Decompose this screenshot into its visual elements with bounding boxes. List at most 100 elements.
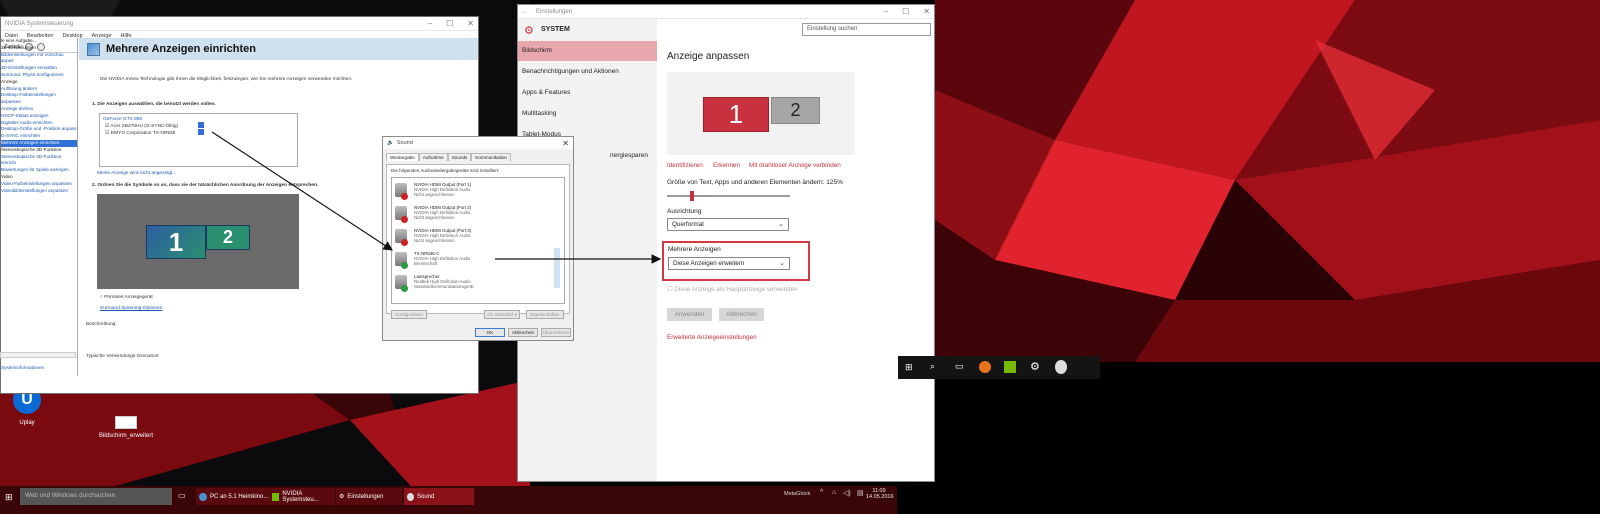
start-icon[interactable]: ⊞ (5, 492, 13, 503)
firefox-icon[interactable] (979, 361, 991, 373)
settings-section-title: SYSTEM (541, 26, 570, 33)
tree-item[interactable]: Video-Farbeinstellungen anpassen (1, 181, 77, 188)
multiple-displays-select[interactable]: Diese Anzeigen erweitern ⌄ (668, 257, 790, 270)
nvidia-icon[interactable] (1004, 361, 1016, 373)
display-item-1[interactable]: ☑ Acer XB270HU (G-SYNC-fähig) (105, 124, 178, 129)
set-default-button[interactable]: Als Standard ▾ (484, 310, 520, 319)
maximize-icon[interactable]: ☐ (902, 7, 909, 16)
display-2-tile[interactable]: 2 (206, 225, 250, 250)
sound-intro: Die folgenden Audiowiedergabegeräte sind… (391, 168, 500, 173)
configure-button[interactable]: Konfigurieren (391, 310, 427, 319)
tray-chevron-icon[interactable]: ^ (820, 489, 823, 496)
tree-item[interactable]: HDCP-Status anzeigen (1, 113, 77, 120)
cancel-button[interactable]: Abbrechen (719, 308, 764, 321)
tree-item[interactable]: Digitales Audio einrichten (1, 120, 77, 127)
close-icon[interactable]: ✕ (562, 139, 569, 148)
minimize-icon[interactable]: – (884, 7, 888, 16)
tree-item[interactable]: Desktop-Größe und -Position anpass (1, 126, 77, 133)
tree-item[interactable]: Desktop-Farbeinstellungen anpassen (1, 92, 77, 106)
checkbox-checked-icon[interactable]: ☑ (105, 131, 109, 136)
clock-date: 14.05.2016 (866, 494, 894, 500)
tree-item[interactable]: Stereoskopische 3D-Funktion einricht (1, 154, 77, 168)
system-info-link[interactable]: Systeminformationen (1, 365, 44, 372)
ok-button[interactable]: OK (475, 328, 505, 337)
scale-slider-thumb[interactable] (689, 191, 694, 201)
tree-item[interactable]: Surround, PhysX konfigurieren (1, 72, 77, 79)
taskbar-item-settings[interactable]: ⚙ Einstellungen (336, 488, 402, 505)
nav-bildschirm[interactable]: Bildschirm (518, 41, 657, 61)
speaker-icon: 🔈 (387, 140, 394, 146)
sound-taskbar-icon[interactable] (1055, 360, 1067, 374)
device-state: Bereitschaft (414, 261, 438, 266)
playback-device-item[interactable]: NVIDIA HDMI Output (Port 3) NVIDIA High D… (394, 227, 562, 249)
back-arrow-icon[interactable]: ← (522, 9, 528, 15)
step1-heading: 1. Die Anzeigen auswählen, die benutzt w… (92, 102, 216, 107)
main-display-checkbox[interactable]: ☐ Diese Anzeige als Hauptanzeige verwend… (667, 286, 798, 293)
task-view-icon[interactable]: ▭ (178, 491, 186, 500)
taskbar-item-nvidia[interactable]: NVIDIA Systemsteu... (269, 488, 335, 505)
tree-item[interactable]: 3D-Einstellungen verwalten (1, 65, 77, 72)
screenshot-desktop-icon[interactable]: Bildschirm_erweitert (99, 416, 153, 444)
preview-monitor-2[interactable]: 2 (771, 97, 820, 124)
horizontal-scrollbar[interactable] (0, 352, 76, 358)
preview-monitor-1[interactable]: 1 (703, 97, 769, 132)
maximize-icon[interactable]: ☐ (446, 19, 453, 28)
task-view-icon[interactable]: ▭ (955, 361, 964, 372)
playback-device-item[interactable]: Lautsprecher Realtek High Definition Audi… (394, 273, 562, 295)
tree-item[interactable]: Videobildeinstellungen anpassen (1, 188, 77, 195)
apply-button[interactable]: Anwenden (667, 308, 712, 321)
tree-item[interactable]: Bildeinstellungen mit Vorschau anpas (1, 52, 77, 66)
sound-cancel-button[interactable]: Abbrechen (508, 328, 538, 337)
tree-item[interactable]: G-SYNC einrichten (1, 133, 77, 140)
search-icon[interactable]: ⌕ (930, 361, 935, 372)
gear-icon: ⚙ (339, 494, 345, 500)
primary-display-option[interactable]: ○ Primäres Anzeigegerät (100, 295, 153, 300)
nvidia-page-header: Mehrere Anzeigen einrichten (79, 38, 478, 60)
close-icon[interactable]: ✕ (923, 7, 930, 16)
detect-link[interactable]: Erkennen (713, 162, 740, 169)
close-icon[interactable]: ✕ (467, 19, 474, 28)
display-1-tile[interactable]: 1 (146, 225, 206, 259)
nav-multitasking[interactable]: Multitasking (518, 104, 657, 124)
settings-search-input[interactable]: Einstellung suchen (802, 23, 931, 36)
settings-gear-icon[interactable]: ⚙ (1030, 360, 1040, 373)
checkbox-checked-icon[interactable]: ☑ (105, 124, 109, 129)
orientation-select[interactable]: Querformat ⌄ (667, 218, 789, 231)
sound-apply-button[interactable]: Übernehmen (541, 328, 571, 337)
minimize-icon[interactable]: – (428, 19, 432, 28)
tree-item[interactable]: Anzeige drehen (1, 106, 77, 113)
playback-device-item[interactable]: NVIDIA HDMI Output (Port 2) NVIDIA High D… (394, 204, 562, 226)
display-item-2[interactable]: ☑ DMYO Corporation TX-NR535 (105, 131, 175, 136)
chevron-down-icon: ⌄ (779, 260, 785, 267)
display-missing-link[interactable]: Meine Anzeige wird nicht angezeigt... (97, 171, 176, 176)
volume-icon[interactable]: ◁) (843, 489, 851, 497)
scale-slider-track[interactable] (667, 195, 790, 197)
advanced-display-link[interactable]: Erweiterte Anzeigeeinstellungen (667, 334, 757, 341)
network-icon[interactable]: ⌂ (832, 489, 836, 496)
orientation-value: Querformat (672, 221, 704, 228)
playback-device-item[interactable]: TX-NR535-C NVIDIA High Definition Audio Be… (394, 250, 562, 272)
device-text: TX-NR535-C NVIDIA High Definition Audio Be… (414, 251, 470, 266)
desktop-wallpaper-right (935, 0, 1600, 362)
nav-apps[interactable]: Apps & Features (518, 83, 657, 103)
nav-notifications[interactable]: Benachrichtigungen und Aktionen (518, 62, 657, 82)
gpu-name: GeForce GTX 980 (103, 117, 143, 122)
wireless-display-link[interactable]: Mit drahtloser Anzeige verbinden (749, 162, 841, 169)
tree-item[interactable]: Auflösung ändern (1, 86, 77, 93)
start-icon[interactable]: ⊞ (905, 362, 913, 373)
taskbar-item-browser[interactable]: PC an 5.1 Heimkino... (196, 488, 269, 505)
identify-link[interactable]: Identifizieren (667, 162, 703, 169)
keyboard-icon[interactable]: ▤ (857, 489, 864, 497)
taskbar-search-input[interactable]: Web und Windows durchsuchen (20, 488, 172, 505)
tab-sounds[interactable]: Sounds (447, 153, 472, 161)
tab-recording[interactable]: Aufnahme (418, 153, 448, 161)
tree-item[interactable]: Mehrere Anzeigen einrichten (1, 139, 77, 147)
tab-playback[interactable]: Wiedergabe (386, 153, 419, 161)
tab-communication[interactable]: Kommunikation (471, 153, 511, 161)
taskbar-item-sound[interactable]: Sound (404, 488, 474, 505)
playback-device-item[interactable]: NVIDIA HDMI Output (Port 1) NVIDIA High D… (394, 181, 562, 203)
properties-button[interactable]: Eigenschaften (526, 310, 564, 319)
surround-options-link[interactable]: Surround Spanning-Optionen (100, 306, 162, 311)
taskbar-clock[interactable]: 11:09 14.05.2016 (866, 488, 894, 500)
tree-item[interactable]: Bewertungen für Spiele anzeigen (1, 167, 77, 174)
